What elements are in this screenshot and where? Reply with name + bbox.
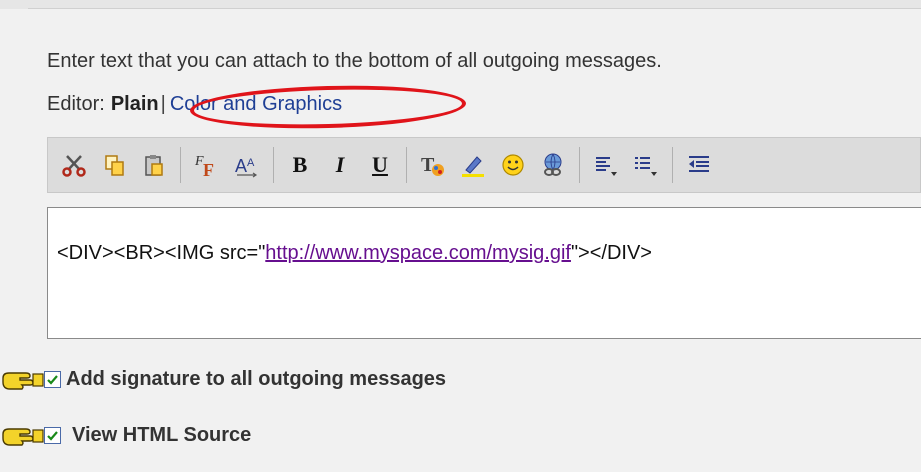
insert-link-button[interactable] xyxy=(535,147,571,183)
text-color-button[interactable]: T xyxy=(415,147,451,183)
highlight-button[interactable] xyxy=(455,147,491,183)
svg-text:A: A xyxy=(247,157,255,169)
signature-instructions: Enter text that you can attach to the bo… xyxy=(47,50,662,72)
editor-toolbar: F F A A B I U T xyxy=(47,137,921,193)
italic-button[interactable]: I xyxy=(322,147,358,183)
svg-text:A: A xyxy=(235,156,247,176)
copy-button[interactable] xyxy=(96,147,132,183)
checkmark-icon xyxy=(47,374,58,385)
font-face-icon: F F xyxy=(194,154,214,178)
cut-icon xyxy=(62,155,86,177)
text-color-icon: T xyxy=(421,154,444,176)
checkmark-icon xyxy=(47,430,58,441)
editor-plain-option[interactable]: Plain xyxy=(111,93,159,116)
add-signature-label[interactable]: Add signature to all outgoing messages xyxy=(66,368,446,391)
editor-mode-row: Editor: Plain | Color and Graphics xyxy=(47,93,342,116)
view-html-checkbox[interactable] xyxy=(44,426,61,444)
html-prefix: <DIV><BR><IMG src=" xyxy=(57,242,266,264)
add-signature-checkbox[interactable] xyxy=(44,370,61,388)
html-suffix: "></DIV> xyxy=(570,242,652,264)
view-html-label[interactable]: View HTML Source xyxy=(72,424,251,447)
font-size-icon: A A xyxy=(235,156,258,178)
toolbar-separator xyxy=(406,147,407,183)
editor-label: Editor: xyxy=(47,93,105,115)
cut-button[interactable] xyxy=(56,147,92,183)
underline-button[interactable]: U xyxy=(362,147,398,183)
toolbar-separator xyxy=(672,147,673,183)
svg-text:F: F xyxy=(203,160,214,178)
font-face-button[interactable]: F F xyxy=(189,147,225,183)
copy-icon xyxy=(105,155,124,176)
list-button[interactable] xyxy=(628,147,664,183)
add-signature-option: Add signature to all outgoing messages xyxy=(0,364,446,394)
editor-separator: | xyxy=(160,93,166,115)
outdent-button[interactable] xyxy=(681,147,717,183)
align-button[interactable] xyxy=(588,147,624,183)
color-and-graphics-link[interactable]: Color and Graphics xyxy=(170,93,342,116)
emoticon-button[interactable] xyxy=(495,147,531,183)
outdent-icon xyxy=(689,156,709,172)
pointing-hand-icon xyxy=(2,372,44,390)
insert-link-icon xyxy=(544,153,562,176)
paste-button[interactable] xyxy=(136,147,172,183)
paste-icon xyxy=(145,155,163,176)
align-icon xyxy=(596,157,617,176)
signature-html-content: <DIV><BR><IMG src="http://www.myspace.co… xyxy=(57,242,652,265)
bold-button[interactable]: B xyxy=(282,147,318,183)
emoticon-icon xyxy=(502,154,524,176)
toolbar-separator xyxy=(273,147,274,183)
signature-editor-textarea[interactable]: <DIV><BR><IMG src="http://www.myspace.co… xyxy=(47,207,921,339)
font-size-button[interactable]: A A xyxy=(229,147,265,183)
list-icon xyxy=(635,157,657,176)
toolbar-separator xyxy=(180,147,181,183)
toolbar-separator xyxy=(579,147,580,183)
pointing-hand-icon xyxy=(2,428,44,446)
top-divider xyxy=(0,0,921,9)
highlight-icon xyxy=(462,156,484,177)
view-html-option: View HTML Source xyxy=(0,420,251,450)
signature-image-link[interactable]: http://www.myspace.com/mysig.gif xyxy=(265,242,571,264)
